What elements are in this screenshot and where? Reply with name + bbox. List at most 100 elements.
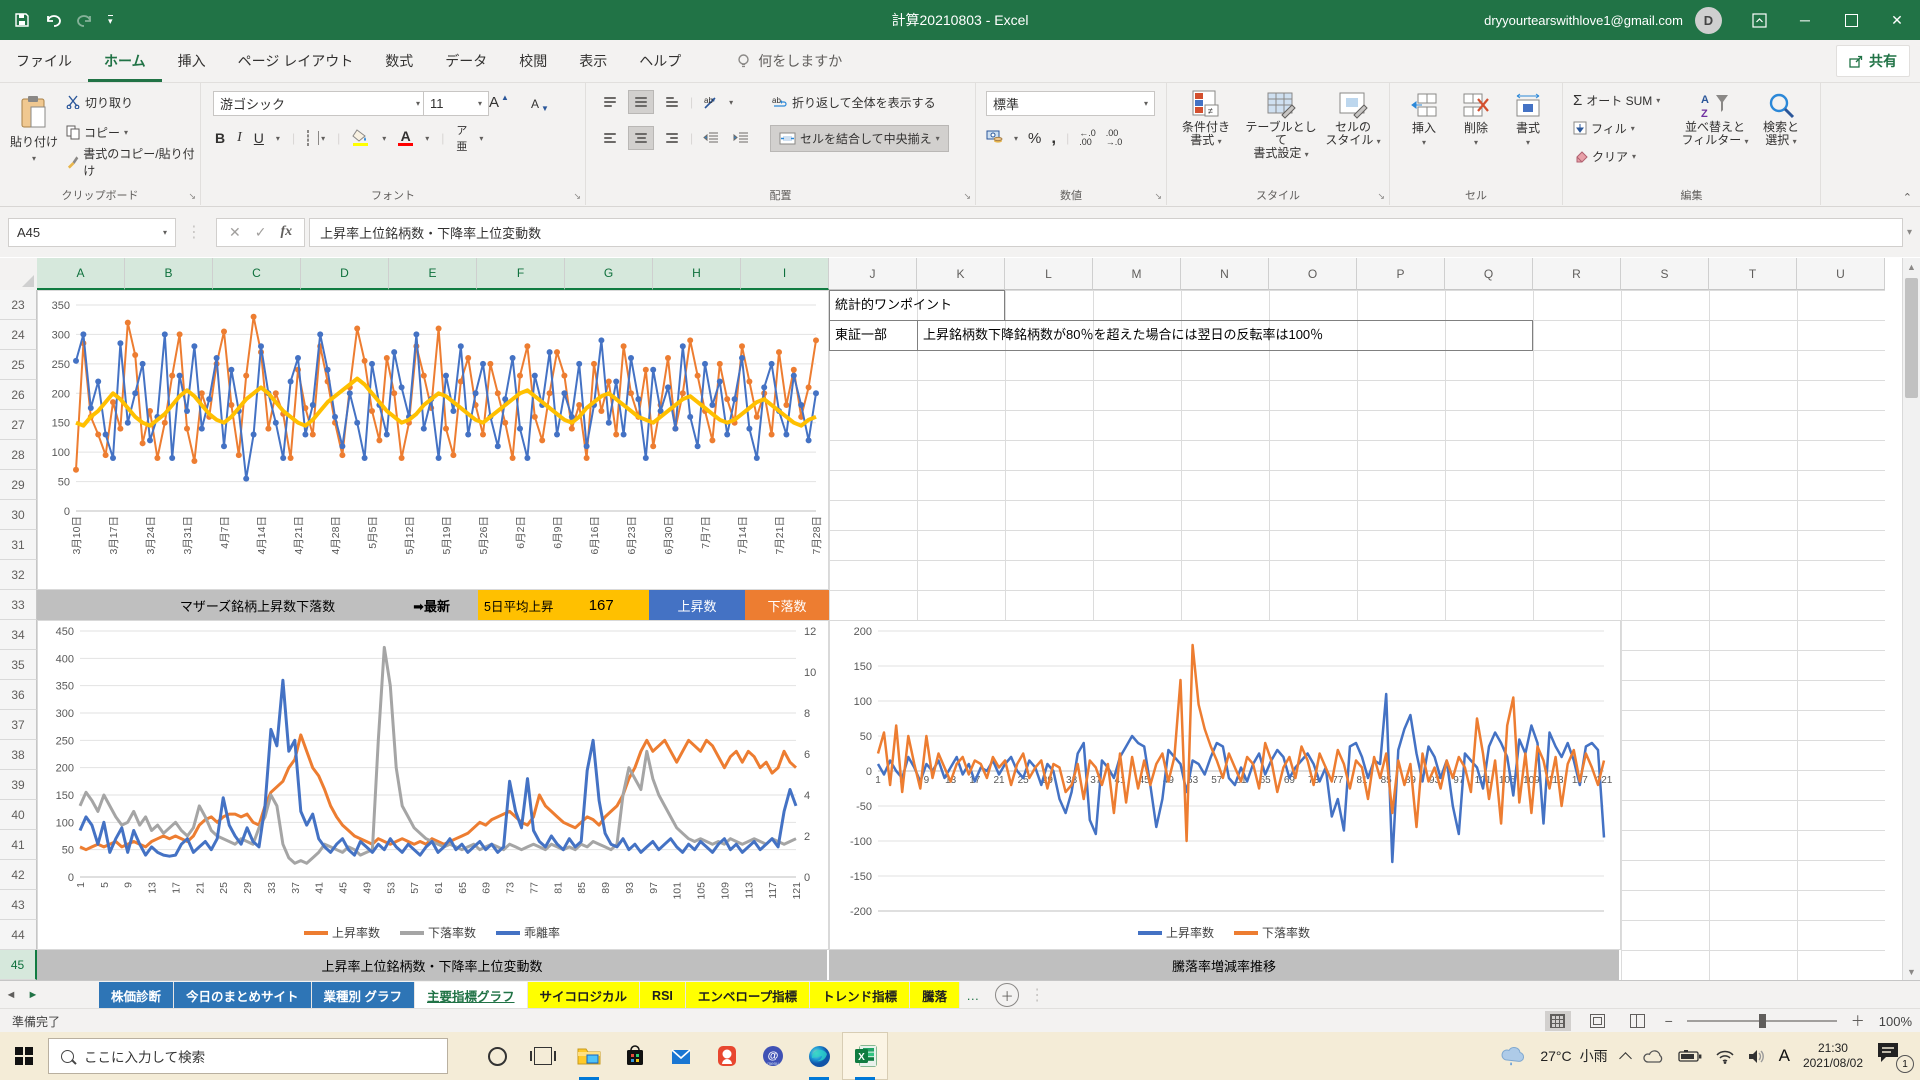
bold-button[interactable]: B xyxy=(215,130,225,146)
undo-icon[interactable] xyxy=(44,12,62,28)
phonetic-icon[interactable]: ア亜 xyxy=(456,122,467,154)
column-header-A[interactable]: A xyxy=(37,258,125,290)
customize-qat-icon[interactable]: ▾ xyxy=(108,15,113,25)
fill-color-icon[interactable] xyxy=(352,128,370,149)
column-header-O[interactable]: O xyxy=(1269,258,1357,290)
taskbar-search-input[interactable]: ここに入力して検索 xyxy=(48,1038,448,1074)
chart-ratio[interactable]: 0501001502002503003504004500246810121591… xyxy=(37,620,829,950)
page-break-view-icon[interactable] xyxy=(1625,1011,1651,1031)
sort-filter-button[interactable]: AZ 並べ替えとフィルター ▾ xyxy=(1681,91,1749,148)
ribbon-tab-データ[interactable]: データ xyxy=(429,40,503,82)
zoom-out-icon[interactable]: − xyxy=(1665,1013,1673,1029)
row-header-28[interactable]: 28 xyxy=(0,440,37,470)
weather-text[interactable]: 27°C 小雨 xyxy=(1540,1046,1607,1066)
chart-updown-change[interactable]: -200-150-100-500501001502001591317212529… xyxy=(829,620,1621,950)
decrease-decimal-icon[interactable]: .00→.0 xyxy=(1106,129,1123,147)
at-menu-app-icon[interactable]: @menu xyxy=(750,1032,796,1080)
insert-cells-button[interactable]: 挿入▾ xyxy=(1402,93,1446,147)
row-header-44[interactable]: 44 xyxy=(0,920,37,950)
cortana-icon[interactable] xyxy=(474,1032,520,1080)
task-view-icon[interactable] xyxy=(520,1032,566,1080)
borders-icon[interactable] xyxy=(307,131,309,145)
microsoft-store-icon[interactable] xyxy=(612,1032,658,1080)
currency-icon[interactable] xyxy=(986,129,1004,147)
vertical-scrollbar[interactable]: ▲ ▼ xyxy=(1902,258,1920,980)
account-email[interactable]: dryyourtearswithlove1@gmail.com xyxy=(1484,13,1683,28)
ribbon-tab-ホーム[interactable]: ホーム xyxy=(88,40,162,82)
sheet-tab-騰落[interactable]: 騰落 xyxy=(910,982,960,1009)
column-header-L[interactable]: L xyxy=(1005,258,1093,290)
redo-icon[interactable] xyxy=(76,12,94,28)
font-name-select[interactable]: 游ゴシック▾ xyxy=(213,91,427,116)
align-top-icon[interactable] xyxy=(598,91,622,113)
expand-formula-bar-icon[interactable]: ▾ xyxy=(1907,227,1912,238)
row-header-40[interactable]: 40 xyxy=(0,800,37,830)
tell-me-box[interactable]: 何をしますか xyxy=(737,51,842,71)
row-header-38[interactable]: 38 xyxy=(0,740,37,770)
select-all-corner[interactable] xyxy=(0,258,38,291)
format-as-table-button[interactable]: テーブルとして書式設定 ▾ xyxy=(1243,89,1319,161)
sheet-nav-right-icon[interactable]: ► xyxy=(22,989,44,1001)
row-header-26[interactable]: 26 xyxy=(0,380,37,410)
zoom-level[interactable]: 100% xyxy=(1879,1014,1912,1029)
scroll-up-icon[interactable]: ▲ xyxy=(1903,258,1920,275)
column-header-N[interactable]: N xyxy=(1181,258,1269,290)
wifi-icon[interactable] xyxy=(1715,1049,1735,1064)
column-header-D[interactable]: D xyxy=(301,258,389,290)
sheet-tab-業種別 グラフ[interactable]: 業種別 グラフ xyxy=(312,982,415,1009)
italic-button[interactable]: I xyxy=(237,130,242,146)
row-header-43[interactable]: 43 xyxy=(0,890,37,920)
ime-indicator[interactable]: A xyxy=(1779,1046,1790,1066)
fill-button[interactable]: フィル▾ xyxy=(1573,117,1635,139)
bottom-banner-left[interactable]: 上昇率上位銘柄数・下降率上位変動数 xyxy=(37,950,829,980)
underline-button[interactable]: U xyxy=(254,130,264,146)
styles-dialog-launcher-icon[interactable]: ↘ xyxy=(1377,191,1385,202)
battery-icon[interactable] xyxy=(1678,1050,1702,1063)
row-header-31[interactable]: 31 xyxy=(0,530,37,560)
row-header-32[interactable]: 32 xyxy=(0,560,37,590)
column-header-R[interactable]: R xyxy=(1533,258,1621,290)
start-button[interactable] xyxy=(0,1032,48,1080)
row-header-29[interactable]: 29 xyxy=(0,470,37,500)
zoom-slider-thumb[interactable] xyxy=(1759,1014,1766,1028)
page-layout-view-icon[interactable] xyxy=(1585,1011,1611,1031)
save-icon[interactable] xyxy=(14,12,30,28)
show-hidden-icons-chevron[interactable] xyxy=(1621,1050,1630,1063)
cut-button[interactable]: 切り取り xyxy=(66,91,133,113)
bottom-banner-right[interactable]: 騰落率増減率推移 xyxy=(829,950,1621,980)
column-header-C[interactable]: C xyxy=(213,258,301,290)
formula-input[interactable]: 上昇率上位銘柄数・下降率上位変動数 xyxy=(309,218,1903,247)
row-header-34[interactable]: 34 xyxy=(0,620,37,650)
column-header-M[interactable]: M xyxy=(1093,258,1181,290)
align-left-icon[interactable] xyxy=(598,127,622,149)
normal-view-icon[interactable] xyxy=(1545,1011,1571,1031)
clear-button[interactable]: クリア▾ xyxy=(1573,145,1636,167)
weather-icon[interactable] xyxy=(1501,1046,1527,1066)
row-header-36[interactable]: 36 xyxy=(0,680,37,710)
comma-icon[interactable]: , xyxy=(1051,128,1056,148)
increase-decimal-icon[interactable]: ←.0.00 xyxy=(1079,129,1096,147)
column-header-K[interactable]: K xyxy=(917,258,1005,290)
column-header-U[interactable]: U xyxy=(1797,258,1885,290)
ribbon-display-options-icon[interactable] xyxy=(1736,0,1782,40)
align-right-icon[interactable] xyxy=(660,127,684,149)
onedrive-cloud-icon[interactable] xyxy=(1643,1049,1665,1064)
five-day-average-cell[interactable]: 5日平均上昇 167 xyxy=(478,590,649,620)
column-header-Q[interactable]: Q xyxy=(1445,258,1533,290)
align-bottom-icon[interactable] xyxy=(660,91,684,113)
increase-indent-icon[interactable] xyxy=(729,127,753,149)
delete-cells-button[interactable]: 削除▾ xyxy=(1454,93,1498,147)
enter-icon[interactable]: ✓ xyxy=(255,224,267,241)
find-select-button[interactable]: 検索と選択 ▾ xyxy=(1753,91,1809,148)
column-header-E[interactable]: E xyxy=(389,258,477,290)
action-center-icon[interactable]: 1 xyxy=(1876,1041,1910,1071)
ribbon-tab-ヘルプ[interactable]: ヘルプ xyxy=(623,40,697,82)
copy-button[interactable]: コピー▾ xyxy=(66,121,128,143)
column-header-P[interactable]: P xyxy=(1357,258,1445,290)
column-header-J[interactable]: J xyxy=(829,258,917,290)
sheet-tab-株価診断[interactable]: 株価診断 xyxy=(99,982,174,1009)
clock[interactable]: 21:30 2021/08/02 xyxy=(1803,1041,1863,1071)
row-header-27[interactable]: 27 xyxy=(0,410,37,440)
zoom-slider[interactable] xyxy=(1687,1020,1837,1022)
row-header-45[interactable]: 45 xyxy=(0,950,37,980)
